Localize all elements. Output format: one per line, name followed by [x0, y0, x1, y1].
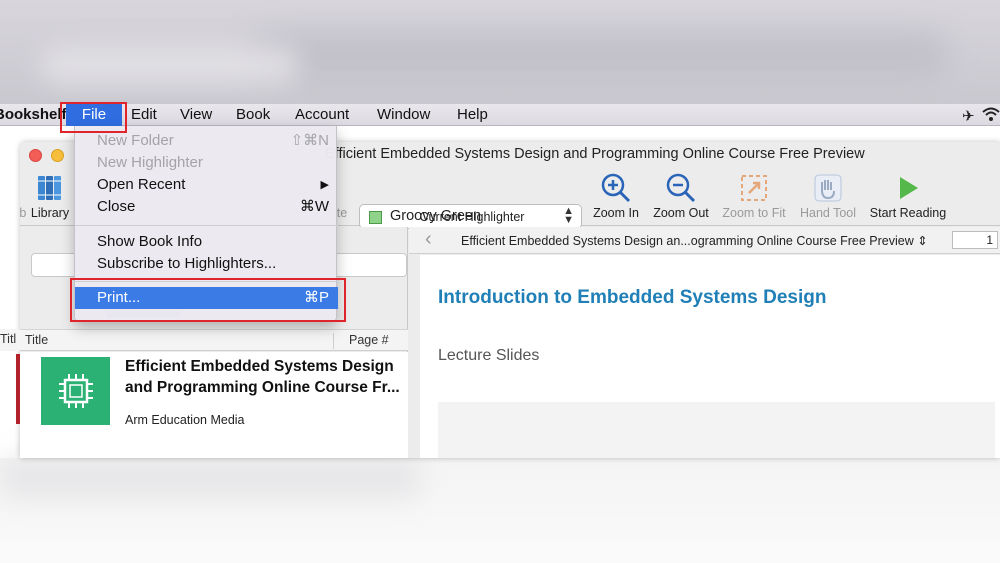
current-highlighter-label: Current Highlighter [419, 210, 525, 224]
library-button[interactable]: Library [24, 172, 76, 220]
library-column-header: Title Page # [20, 329, 408, 351]
document-selector[interactable]: Efficient Embedded Systems Design an...o… [461, 233, 928, 248]
zoom-to-fit-button[interactable]: Zoom to Fit [717, 172, 791, 220]
status-icons: ✈ [956, 104, 1000, 126]
airplane-icon[interactable]: ✈ [962, 107, 975, 125]
page-number-field[interactable]: 1 [952, 231, 998, 249]
menu-item-new-highlighter[interactable]: New Highlighter [75, 152, 338, 174]
hand-tool-icon [795, 172, 861, 204]
menu-item-new-folder[interactable]: New Folder ⇧⌘N [75, 130, 338, 152]
menu-view[interactable]: View [180, 104, 212, 126]
start-reading-button[interactable]: Start Reading [865, 172, 951, 220]
page-column-header[interactable]: Page # [349, 333, 389, 347]
play-icon [865, 172, 951, 204]
stepper-arrows-icon: ▲ ▼ [563, 205, 574, 226]
menu-account[interactable]: Account [295, 104, 349, 126]
zoom-to-fit-icon [717, 172, 791, 204]
back-chevron-icon[interactable]: ‹ [425, 228, 432, 251]
book-title: Efficient Embedded Systems Design and Pr… [125, 358, 400, 396]
blurred-background-top [0, 0, 1000, 104]
menu-item-close[interactable]: Close ⌘W [75, 196, 338, 218]
zoom-out-button[interactable]: Zoom Out [648, 172, 714, 220]
library-books-icon [24, 172, 76, 204]
slide-subheading: Lecture Slides [438, 347, 540, 364]
minimize-window-button[interactable] [51, 149, 64, 162]
book-color-stripe [16, 354, 20, 424]
menu-edit[interactable]: Edit [131, 104, 157, 126]
wifi-icon[interactable] [982, 106, 1000, 125]
slide-heading: Introduction to Embedded Systems Design [438, 287, 827, 308]
slide-content-area [438, 402, 995, 458]
menu-help[interactable]: Help [457, 104, 488, 126]
zoom-out-icon [648, 172, 714, 204]
highlighter-color-swatch [369, 211, 382, 224]
menu-item-subscribe-highlighters[interactable]: Subscribe to Highlighters... [75, 253, 338, 275]
reader-page: Introduction to Embedded Systems Design … [420, 255, 1000, 458]
window-title: Efficient Embedded Systems Design and Pr… [325, 146, 865, 162]
file-menu-annotation-box [60, 102, 127, 133]
menu-item-show-book-info[interactable]: Show Book Info [75, 231, 338, 253]
menu-window[interactable]: Window [377, 104, 430, 126]
zoom-in-icon [586, 172, 646, 204]
partial-column-header: Titl [0, 329, 20, 351]
close-window-button[interactable] [29, 149, 42, 162]
menu-app-name[interactable]: Bookshelf [0, 104, 67, 126]
blurred-background-bottom [0, 458, 1000, 563]
menu-bar: Bookshelf File Edit View Book Account Wi… [0, 104, 1000, 126]
zoom-in-button[interactable]: Zoom In [586, 172, 646, 220]
menu-book[interactable]: Book [236, 104, 270, 126]
book-list: Efficient Embedded Systems Design and Pr… [20, 352, 408, 458]
reader-nav-bar: ‹ Efficient Embedded Systems Design an..… [409, 227, 1000, 254]
book-cover-chip-icon [41, 357, 110, 425]
submenu-arrow-icon: ▶ [320, 179, 329, 191]
menu-separator [75, 225, 338, 226]
title-column-header[interactable]: Title [25, 333, 48, 347]
hand-tool-button[interactable]: Hand Tool [795, 172, 861, 220]
book-author: Arm Education Media [125, 413, 245, 427]
print-annotation-box [70, 278, 346, 322]
menu-item-open-recent[interactable]: Open Recent ▶ [75, 174, 338, 196]
